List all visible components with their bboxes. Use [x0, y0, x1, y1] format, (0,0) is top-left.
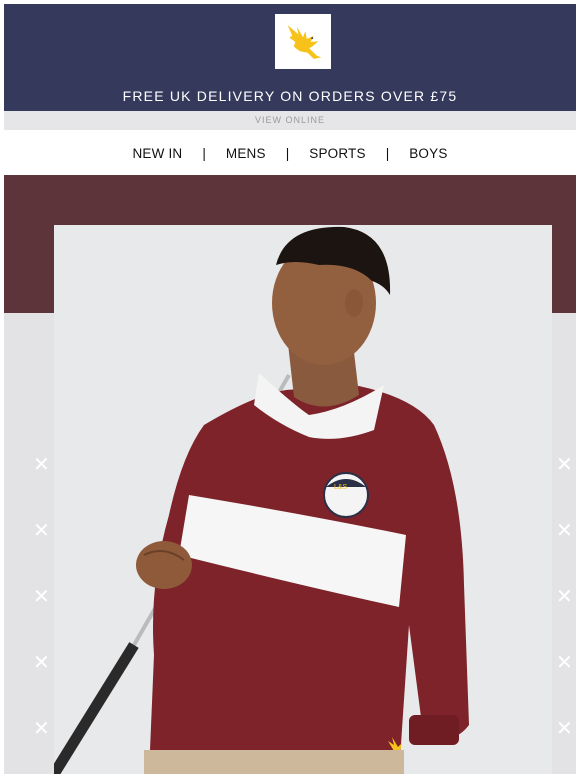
- view-online-link[interactable]: VIEW ONLINE: [4, 111, 576, 130]
- model-photo: L&S: [54, 225, 552, 774]
- nav-item-boys[interactable]: BOYS: [409, 146, 447, 161]
- cross-icon: ✕: [556, 454, 573, 476]
- cross-icon: ✕: [556, 520, 573, 542]
- cross-icon: ✕: [33, 586, 50, 608]
- cross-icon: ✕: [33, 520, 50, 542]
- nav-item-mens[interactable]: MENS: [226, 146, 266, 161]
- nav-separator: |: [202, 145, 206, 161]
- header: FREE UK DELIVERY ON ORDERS OVER £75: [4, 4, 576, 111]
- hero-image[interactable]: L&S: [54, 225, 552, 774]
- nav-separator: |: [285, 145, 290, 161]
- cross-icon: ✕: [556, 718, 573, 740]
- nav-item-sports[interactable]: SPORTS: [309, 146, 365, 161]
- golden-eagle-icon: [287, 24, 322, 59]
- email-frame: FREE UK DELIVERY ON ORDERS OVER £75 VIEW…: [4, 4, 576, 774]
- cross-icon: ✕: [33, 718, 50, 740]
- view-online-bar: VIEW ONLINE: [4, 111, 576, 130]
- brand-logo[interactable]: [275, 14, 331, 69]
- main-nav: NEW IN | MENS | SPORTS | BOYS: [4, 130, 576, 176]
- cross-icon: ✕: [33, 454, 50, 476]
- cross-icon: ✕: [33, 652, 50, 674]
- nav-item-new-in[interactable]: NEW IN: [132, 146, 182, 161]
- nav-separator: |: [385, 145, 390, 161]
- cross-icon: ✕: [556, 586, 573, 608]
- cross-icon: ✕: [556, 652, 573, 674]
- patch-text: L&S: [334, 484, 348, 491]
- free-delivery-banner: FREE UK DELIVERY ON ORDERS OVER £75: [122, 88, 458, 104]
